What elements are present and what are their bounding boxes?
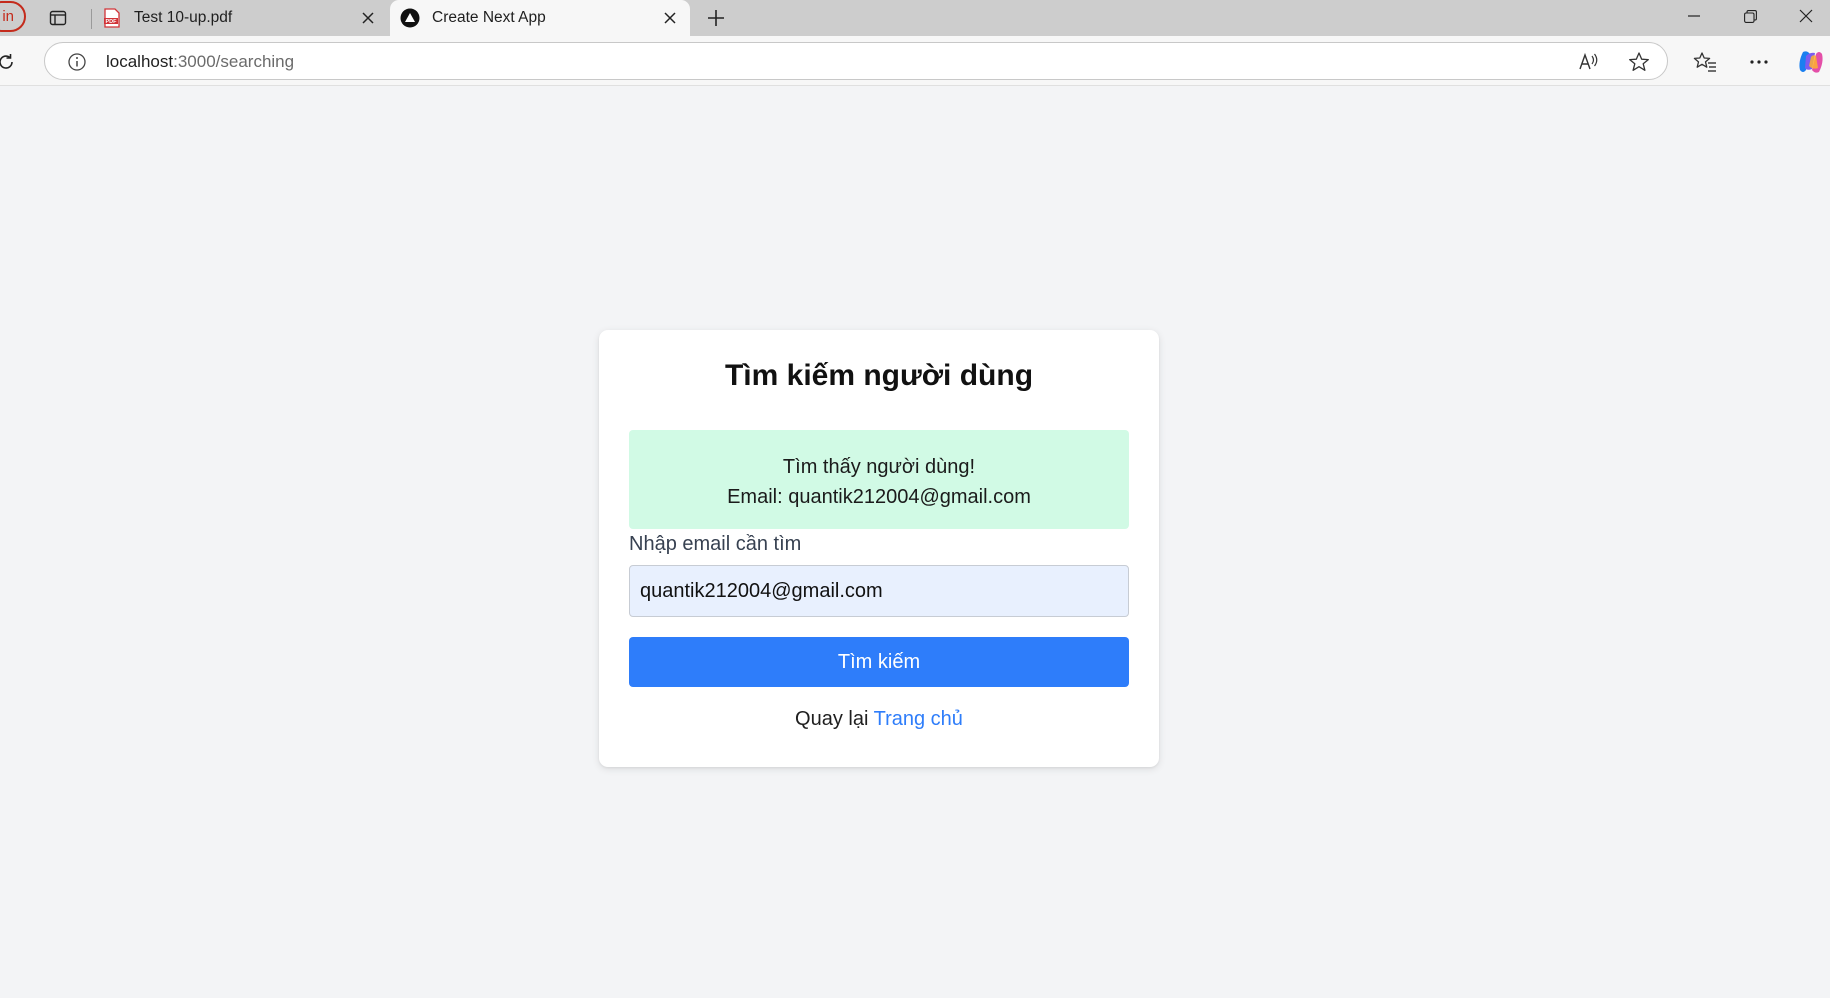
star-icon[interactable]	[1625, 48, 1653, 76]
read-aloud-icon[interactable]	[1575, 48, 1603, 76]
back-prefix: Quay lại	[795, 708, 869, 730]
alert-message: Tìm thấy người dùng!	[782, 456, 976, 478]
minimize-icon	[1688, 15, 1700, 17]
success-alert: Tìm thấy người dùng! Email: quantik21200…	[629, 430, 1129, 529]
tab-test-pdf[interactable]: PDF Test 10-up.pdf	[92, 0, 388, 36]
copilot-icon[interactable]	[1796, 47, 1826, 77]
url-text: localhost:3000/searching	[106, 52, 294, 72]
tab-title: Test 10-up.pdf	[134, 9, 233, 26]
search-card: Tìm kiếm người dùng Tìm thấy người dùng!…	[599, 330, 1159, 767]
profile-button[interactable]: in	[0, 1, 26, 32]
minimize-button[interactable]	[1666, 0, 1722, 32]
browser-toolbar: localhost:3000/searching	[0, 36, 1830, 86]
back-to-home: Quay lại Trang chủ	[599, 708, 1159, 731]
url-host: localhost	[106, 52, 174, 71]
profile-label: in	[2, 8, 14, 25]
restore-icon	[1743, 9, 1757, 23]
email-label: Nhập email cần tìm	[629, 533, 802, 555]
plus-icon	[708, 10, 724, 26]
more-icon[interactable]	[1744, 47, 1774, 77]
tab-create-next-app[interactable]: Create Next App	[390, 0, 690, 36]
svg-text:PDF: PDF	[106, 19, 118, 25]
home-link[interactable]: Trang chủ	[874, 708, 963, 730]
favorites-icon[interactable]	[1690, 47, 1720, 77]
tab-title: Create Next App	[432, 9, 546, 26]
address-bar[interactable]: localhost:3000/searching	[44, 42, 1668, 80]
new-tab-button[interactable]	[702, 4, 730, 32]
pdf-icon: PDF	[102, 8, 122, 28]
info-icon[interactable]	[65, 50, 89, 74]
close-icon[interactable]	[658, 6, 682, 30]
alert-email: Email: quantik212004@gmail.com	[727, 486, 1031, 508]
tab-strip: in PDF Test 10-up.pdf Create Next App	[0, 0, 1830, 36]
reload-icon[interactable]	[0, 48, 20, 76]
url-path: :3000/searching	[173, 52, 295, 71]
page-title: Tìm kiếm người dùng	[724, 359, 1034, 392]
restore-button[interactable]	[1722, 0, 1778, 32]
close-window-button[interactable]	[1778, 0, 1830, 32]
nextjs-icon	[400, 8, 420, 28]
close-icon[interactable]	[356, 6, 380, 30]
tab-actions-icon[interactable]	[44, 4, 72, 32]
close-icon	[1799, 9, 1813, 23]
email-input[interactable]	[629, 565, 1129, 617]
search-button[interactable]: Tìm kiếm	[629, 637, 1129, 687]
